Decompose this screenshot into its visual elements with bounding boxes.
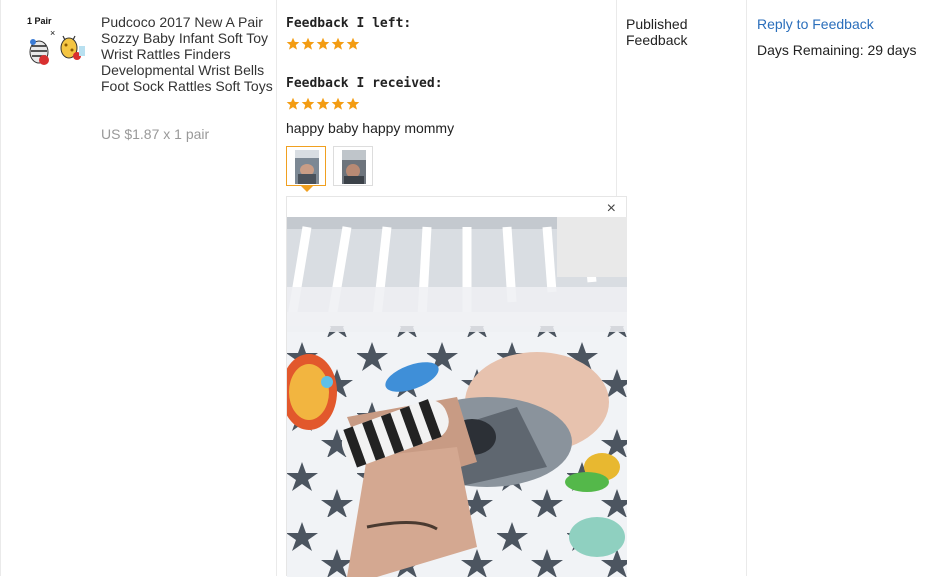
divider — [0, 0, 1, 576]
thumb-cross: × — [50, 28, 55, 38]
divider — [746, 0, 747, 576]
photo-thumb-2[interactable] — [333, 146, 373, 186]
feedback-status: Published Feedback — [626, 16, 688, 48]
product-price: US $1.87 x 1 pair — [101, 126, 210, 142]
star-icon — [331, 97, 345, 111]
feedback-received-rating — [286, 97, 360, 113]
star-icon — [331, 37, 345, 51]
days-remaining: Days Remaining: 29 days — [757, 42, 917, 58]
thumb-badge: 1 Pair — [27, 16, 52, 26]
feedback-photo[interactable] — [287, 217, 627, 577]
feedback-left-label: Feedback I left: — [286, 16, 412, 31]
product-thumbnail[interactable]: 1 Pair × — [25, 12, 89, 68]
feedback-left-rating — [286, 37, 360, 53]
star-icon — [301, 37, 315, 51]
star-icon — [346, 37, 360, 51]
star-icon — [301, 97, 315, 111]
action-cell: Reply to Feedback Days Remaining: 29 day… — [757, 16, 922, 58]
photo-thumb-1[interactable] — [286, 146, 326, 192]
feedback-row: 1 Pair × Pudcoco 2017 New A Pair Sozzy B… — [0, 0, 926, 577]
divider — [276, 0, 277, 576]
reply-to-feedback-link[interactable]: Reply to Feedback — [757, 16, 922, 32]
feedback-received-label: Feedback I received: — [286, 76, 443, 91]
star-icon — [286, 97, 300, 111]
star-icon — [346, 97, 360, 111]
selected-caret — [301, 186, 313, 192]
photo-viewer: × — [286, 196, 627, 577]
product-title[interactable]: Pudcoco 2017 New A Pair Sozzy Baby Infan… — [101, 14, 273, 94]
close-icon[interactable]: × — [607, 200, 616, 218]
star-icon — [316, 37, 330, 51]
feedback-text: happy baby happy mommy — [286, 120, 455, 136]
star-icon — [316, 97, 330, 111]
star-icon — [286, 37, 300, 51]
